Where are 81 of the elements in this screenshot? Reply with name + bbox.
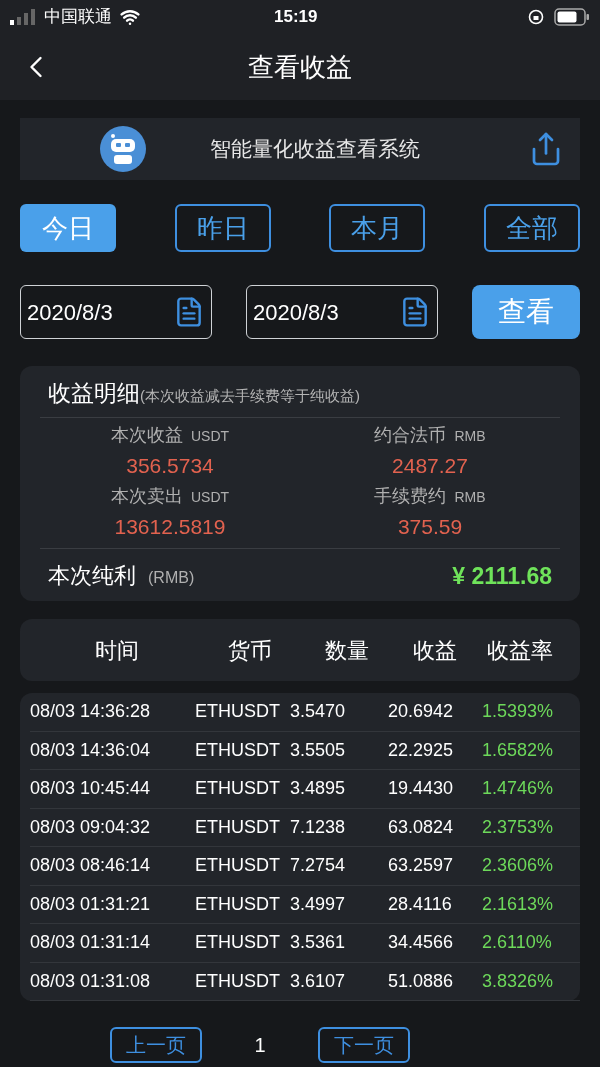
date-value: 2020/8/3 bbox=[27, 298, 113, 327]
column-header: 收益 bbox=[411, 636, 458, 665]
signal-icon bbox=[10, 9, 38, 25]
summary-unit: USDT bbox=[190, 426, 230, 446]
page-title: 查看收益 bbox=[248, 50, 352, 84]
table-cell-text: 3.6107 bbox=[290, 969, 347, 993]
table-cell-text: 34.4566 bbox=[388, 931, 455, 955]
robot-icon bbox=[100, 126, 146, 172]
period-tab[interactable]: 昨日 bbox=[174, 204, 271, 252]
table-cell-text: 28.4116 bbox=[388, 892, 453, 916]
table-cell-text: 08/03 01:31:21 bbox=[30, 892, 152, 916]
page-number: 1 bbox=[253, 1033, 267, 1058]
table-cell-text: 08/03 01:31:08 bbox=[30, 969, 152, 993]
summary-label: 本次卖出 bbox=[110, 484, 183, 508]
table-cell-text: 22.2925 bbox=[388, 738, 455, 762]
table-cell-text: 08/03 08:46:14 bbox=[30, 854, 152, 878]
prev-page-button[interactable]: 上一页 bbox=[110, 1027, 203, 1063]
date-value: 2020/8/3 bbox=[253, 298, 339, 327]
summary-value: 356.5734 bbox=[126, 452, 214, 479]
table-cell-text: 1.6582% bbox=[481, 738, 555, 762]
summary-label: 手续费约 bbox=[374, 484, 447, 508]
banner-title: 智能量化收益查看系统 bbox=[210, 136, 420, 163]
wifi-icon bbox=[120, 7, 140, 27]
column-header: 时间 bbox=[94, 636, 140, 665]
table-cell-text: 3.4895 bbox=[290, 777, 347, 801]
table-cell-text: 20.6942 bbox=[388, 700, 455, 724]
summary-value: 375.59 bbox=[397, 513, 463, 540]
table-cell-text: 3.5470 bbox=[290, 700, 347, 724]
table-cell-text: 51.0886 bbox=[388, 969, 455, 993]
column-header: 收益率 bbox=[486, 636, 554, 665]
table-cell-text: 1.5393% bbox=[481, 700, 555, 724]
summary-label: 约合法币 bbox=[374, 423, 447, 447]
table-cell-text: 19.4430 bbox=[388, 777, 455, 801]
summary-unit: USDT bbox=[190, 487, 230, 507]
summary-unit: RMB bbox=[454, 487, 486, 507]
summary-label: 本次收益 bbox=[110, 423, 183, 447]
summary-value: 2487.27 bbox=[392, 452, 468, 479]
next-page-button[interactable]: 下一页 bbox=[317, 1027, 410, 1063]
table-cell-text: 3.5361 bbox=[290, 931, 347, 955]
table-cell-text: 3.5505 bbox=[290, 738, 347, 762]
table-cell-text: ETHUSDT bbox=[195, 892, 281, 916]
net-profit-unit: (RMB) bbox=[148, 568, 195, 589]
column-header: 货币 bbox=[226, 636, 273, 665]
table-cell-text: 2.6110% bbox=[481, 931, 553, 955]
table-cell-text: 2.1613% bbox=[481, 892, 555, 916]
table-cell-text: 08/03 10:45:44 bbox=[30, 777, 152, 801]
table-cell-text: ETHUSDT bbox=[195, 777, 281, 801]
table-cell-text: 1.4746% bbox=[481, 777, 555, 801]
table-cell-text: 7.2754 bbox=[290, 854, 347, 878]
table-cell-text: 3.4997 bbox=[290, 892, 347, 916]
table-cell-text: 63.0824 bbox=[388, 815, 455, 839]
summary-title: 收益明细 bbox=[48, 379, 140, 408]
date-field[interactable]: 2020/8/3 bbox=[246, 285, 438, 339]
carrier-name: 中国联通 bbox=[44, 6, 112, 29]
summary-unit: RMB bbox=[454, 426, 486, 446]
clock-time: 15:19 bbox=[274, 6, 318, 29]
summary-note: (本次收益减去手续费等于纯收益) bbox=[140, 386, 360, 406]
table-cell-text: ETHUSDT bbox=[195, 931, 281, 955]
date-field[interactable]: 2020/8/3 bbox=[20, 285, 212, 339]
table-cell-text: 08/03 01:31:14 bbox=[30, 931, 152, 955]
table-cell-text: 2.3606% bbox=[481, 854, 555, 878]
table-cell-text: ETHUSDT bbox=[195, 738, 281, 762]
summary-value: 13612.5819 bbox=[114, 513, 226, 540]
table-cell-text: 7.1238 bbox=[290, 815, 347, 839]
rotation-lock-icon bbox=[528, 9, 544, 25]
table-cell-text: ETHUSDT bbox=[195, 700, 281, 724]
table-cell-text: ETHUSDT bbox=[195, 854, 281, 878]
net-profit-label: 本次纯利 bbox=[48, 562, 136, 591]
table-cell-text: 3.8326% bbox=[481, 969, 555, 993]
battery-icon bbox=[554, 8, 590, 26]
table-cell-text: 08/03 14:36:28 bbox=[30, 700, 152, 724]
table-cell-text: 08/03 09:04:32 bbox=[30, 815, 152, 839]
column-header: 数量 bbox=[324, 636, 370, 665]
table-cell-text: ETHUSDT bbox=[195, 969, 281, 993]
net-profit-value: ¥ 2111.68 bbox=[452, 561, 552, 591]
table-cell-text: ETHUSDT bbox=[195, 815, 281, 839]
period-tab[interactable]: 全部 bbox=[483, 204, 580, 252]
period-tab[interactable]: 本月 bbox=[329, 204, 426, 252]
table-cell-text: 08/03 14:36:04 bbox=[30, 738, 152, 762]
table-cell-text: 2.3753% bbox=[481, 815, 555, 839]
table-cell-text: 63.2597 bbox=[388, 854, 455, 878]
